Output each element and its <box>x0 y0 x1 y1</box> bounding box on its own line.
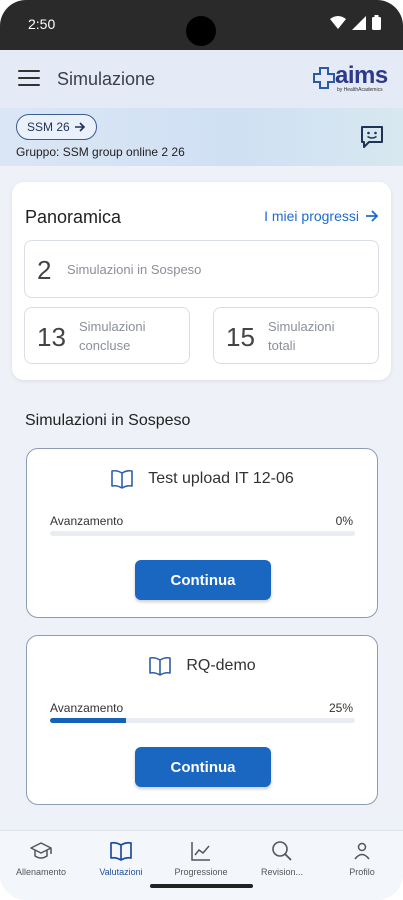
stat-completed: 13 Simulazioni concluse <box>24 307 190 364</box>
menu-icon-bar <box>18 77 40 79</box>
overview-title: Panoramica <box>25 207 122 227</box>
menu-icon-bar <box>18 84 40 86</box>
phone-screen: 2:50 Simulazione aims by HealthAcademics… <box>0 0 403 900</box>
aims-logo: aims by HealthAcademics <box>313 62 389 96</box>
continue-button[interactable]: Continua <box>135 560 271 600</box>
logo-subtext: by HealthAcademics <box>337 87 383 93</box>
page-title: Simulazione <box>57 69 156 89</box>
overview-card: Panoramica I miei progressi 2 Simulazion… <box>12 182 391 380</box>
nav-label: Allenamento <box>15 867 67 877</box>
nav-item-revisione[interactable]: Revision... <box>242 831 322 900</box>
stat-total-value: 15 <box>226 322 255 352</box>
nav-item-allenamento[interactable]: Allenamento <box>1 831 81 900</box>
group-name: Gruppo: SSM group online 2 26 <box>16 145 185 159</box>
camera-cutout <box>186 16 216 46</box>
nav-label: Revision... <box>260 867 304 877</box>
status-bar: 2:50 <box>0 0 403 50</box>
book-icon <box>110 841 132 861</box>
nav-label: Progressione <box>174 867 228 877</box>
my-progress-label: I miei progressi <box>264 208 359 224</box>
app-bar: Simulazione aims by HealthAcademics <box>0 50 403 108</box>
pending-section-title: Simulazioni in Sospeso <box>25 412 191 429</box>
simulation-name: RQ-demo <box>186 657 256 674</box>
nav-item-progressione[interactable]: Progressione <box>161 831 241 900</box>
stat-completed-label-1: Simulazioni <box>79 319 146 334</box>
book-icon <box>149 656 172 676</box>
home-indicator[interactable] <box>150 884 253 888</box>
simulation-header: RQ-demo <box>27 656 377 676</box>
stat-pending-label: Simulazioni in Sospeso <box>67 262 202 277</box>
nav-item-profilo[interactable]: Profilo <box>322 831 402 900</box>
stat-pending: 2 Simulazioni in Sospeso <box>24 240 379 298</box>
stat-completed-label-2: concluse <box>79 338 131 353</box>
logo-text: aims <box>335 62 388 89</box>
group-chip[interactable]: SSM 26 <box>16 114 97 140</box>
my-progress-link[interactable]: I miei progressi <box>264 208 379 224</box>
progress-bar <box>50 531 355 536</box>
battery-icon <box>372 15 381 30</box>
wifi-icon <box>330 15 346 29</box>
chat-feedback-icon[interactable] <box>359 124 385 150</box>
menu-button[interactable] <box>18 70 40 88</box>
simulation-card: Test upload IT 12-06 Avanzamento 0% Cont… <box>26 448 378 618</box>
group-band: SSM 26 Gruppo: SSM group online 2 26 <box>0 108 403 166</box>
menu-icon-bar <box>18 70 40 72</box>
medical-cross-icon <box>313 67 335 89</box>
bottom-navigation: Allenamento Valutazioni Progressione Rev… <box>0 830 403 900</box>
person-icon <box>354 842 370 860</box>
progress-bar-fill <box>50 718 127 723</box>
stat-total-label-2: totali <box>268 338 296 353</box>
arrow-right-icon <box>74 122 85 132</box>
nav-label: Profilo <box>349 867 375 877</box>
signal-icon <box>352 15 366 30</box>
book-icon <box>111 469 134 489</box>
group-chip-label: SSM 26 <box>27 120 70 134</box>
status-time: 2:50 <box>28 16 56 32</box>
progress-percent: 0% <box>335 514 353 528</box>
stat-total-label-1: Simulazioni <box>268 319 335 334</box>
status-icons <box>330 15 381 30</box>
simulation-name: Test upload IT 12-06 <box>148 470 294 487</box>
graduation-cap-icon <box>30 842 52 859</box>
continue-button[interactable]: Continua <box>135 747 271 787</box>
chart-icon <box>191 842 210 861</box>
progress-label: Avanzamento <box>50 514 124 528</box>
stat-completed-value: 13 <box>37 322 66 352</box>
simulation-card: RQ-demo Avanzamento 25% Continua <box>26 635 378 805</box>
nav-label: Valutazioni <box>99 867 143 877</box>
stat-pending-value: 2 <box>37 255 52 285</box>
search-icon <box>272 841 292 861</box>
simulation-header: Test upload IT 12-06 <box>27 469 377 489</box>
arrow-right-icon <box>366 210 379 222</box>
progress-percent: 25% <box>328 701 353 715</box>
progress-bar <box>50 718 355 723</box>
nav-item-valutazioni[interactable]: Valutazioni <box>81 831 161 900</box>
progress-label: Avanzamento <box>50 701 124 715</box>
stat-total: 15 Simulazioni totali <box>213 307 379 364</box>
